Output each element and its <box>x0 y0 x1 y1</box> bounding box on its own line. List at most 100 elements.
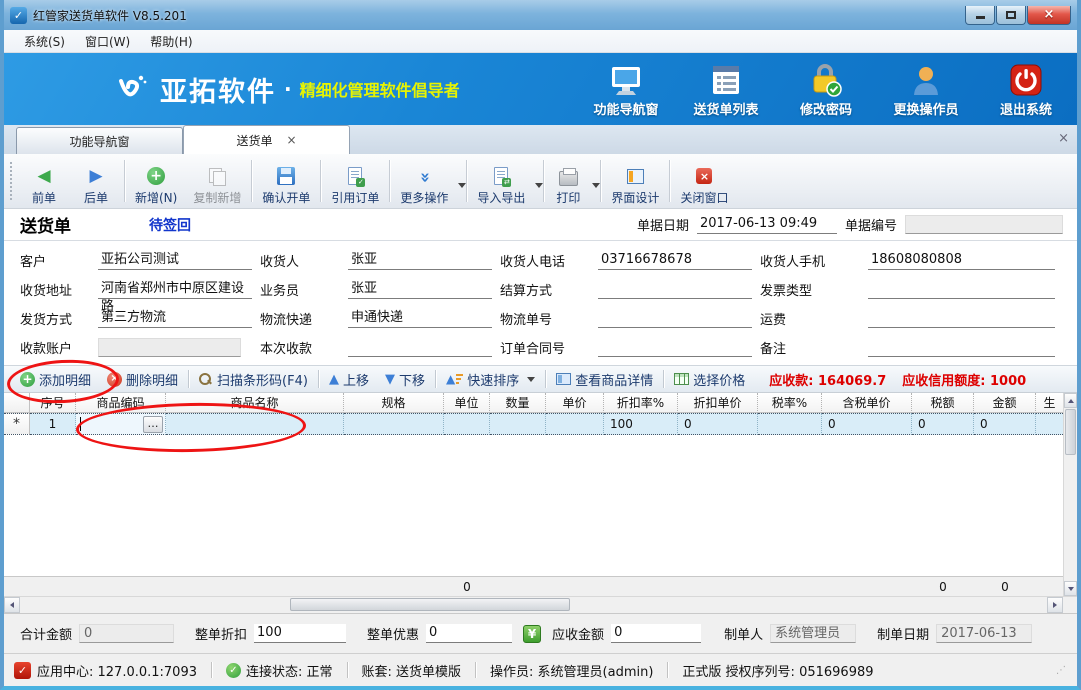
tracking-no-field[interactable] <box>598 309 752 328</box>
settlement-field[interactable] <box>598 280 752 299</box>
order-discount-label: 整单折扣 <box>195 624 247 643</box>
nav-button-exit[interactable]: 退出系统 <box>989 61 1063 118</box>
cell-tax-rate[interactable] <box>758 413 822 435</box>
move-down-button[interactable]: ▼ 下移 <box>377 370 433 389</box>
col-header-spec[interactable]: 规格 <box>344 393 444 413</box>
cell-qty[interactable] <box>490 413 546 435</box>
col-header-qty[interactable]: 数量 <box>490 393 546 413</box>
cell-amount[interactable]: 0 <box>974 413 1036 435</box>
print-button[interactable]: 打印 <box>546 154 598 208</box>
order-discount-field[interactable]: 100 <box>254 624 346 643</box>
consignee-field[interactable]: 张亚 <box>348 251 492 270</box>
lookup-ellipsis-button[interactable]: … <box>143 416 163 433</box>
menu-system[interactable]: 系统(S) <box>14 31 75 52</box>
freight-field[interactable] <box>868 309 1055 328</box>
col-header-amount[interactable]: 金额 <box>974 393 1036 413</box>
col-header-tax-price[interactable]: 含税单价 <box>822 393 912 413</box>
menu-window[interactable]: 窗口(W) <box>75 31 140 52</box>
move-up-button[interactable]: ▲ 上移 <box>321 370 377 389</box>
scroll-right-button[interactable] <box>1047 597 1063 613</box>
horizontal-scroll-thumb[interactable] <box>290 598 570 611</box>
col-header-seq[interactable]: 序号 <box>30 393 76 413</box>
dropdown-caret-icon[interactable] <box>527 377 535 382</box>
field-label-settlement: 结算方式 <box>500 280 598 299</box>
col-header-name[interactable]: 商品名称 <box>166 393 344 413</box>
quick-sort-button[interactable]: ▲ 快速排序 <box>438 370 543 389</box>
new-button[interactable]: + 新增(N) <box>127 154 185 208</box>
dropdown-caret-icon[interactable] <box>458 183 466 188</box>
order-promo-field[interactable]: 0 <box>426 624 512 643</box>
ship-method-field[interactable]: 第三方物流 <box>98 309 252 328</box>
nav-button-navigator[interactable]: 功能导航窗 <box>589 61 663 118</box>
cell-seq[interactable]: 1 <box>30 413 76 435</box>
col-header-code[interactable]: 商品编码 <box>76 393 166 413</box>
col-header-discount-rate[interactable]: 折扣率% <box>604 393 678 413</box>
vertical-scroll-thumb[interactable] <box>1065 409 1076 455</box>
receivable-field[interactable]: 0 <box>611 624 701 643</box>
cell-price[interactable] <box>546 413 604 435</box>
ui-design-button[interactable]: 界面设计 <box>603 154 667 208</box>
consignee-mobile-field[interactable]: 18608080808 <box>868 251 1055 270</box>
horizontal-scrollbar[interactable] <box>4 596 1077 613</box>
cell-unit[interactable] <box>444 413 490 435</box>
delete-detail-button[interactable]: × 删除明细 <box>99 370 186 389</box>
consignee-phone-field[interactable]: 03716678678 <box>598 251 752 270</box>
next-doc-button[interactable]: ▶ 后单 <box>70 154 122 208</box>
more-actions-button[interactable]: » 更多操作 <box>392 154 464 208</box>
col-header-tax-rate[interactable]: 税率% <box>758 393 822 413</box>
tab-close-icon[interactable]: × <box>286 133 296 147</box>
col-header-unit[interactable]: 单位 <box>444 393 490 413</box>
scan-barcode-button[interactable]: 扫描条形码(F4) <box>191 370 316 389</box>
menu-help[interactable]: 帮助(H) <box>140 31 202 52</box>
field-label-logistics: 物流快递 <box>260 309 348 328</box>
close-button[interactable]: × <box>1027 6 1071 25</box>
maximize-button[interactable] <box>996 6 1026 25</box>
resize-grip[interactable]: ⋰ <box>1056 665 1067 676</box>
scroll-up-button[interactable] <box>1064 393 1077 408</box>
nav-button-change-password[interactable]: 修改密码 <box>789 61 863 118</box>
add-detail-button[interactable]: + 添加明细 <box>12 370 99 389</box>
payment-field[interactable] <box>348 338 492 357</box>
tab-navigator[interactable]: 功能导航窗 <box>16 127 183 154</box>
minimize-button[interactable] <box>965 6 995 25</box>
doc-date-field[interactable]: 2017-06-13 09:49 <box>697 215 837 234</box>
col-header-extra[interactable]: 生 <box>1036 393 1063 413</box>
prev-doc-button[interactable]: ◀ 前单 <box>18 154 70 208</box>
grid-data-row[interactable]: * 1 … 100 0 0 0 0 <box>4 413 1063 435</box>
close-window-button[interactable]: × 关闭窗口 <box>672 154 736 208</box>
cell-extra[interactable] <box>1036 413 1063 435</box>
tab-delivery-note[interactable]: 送货单 × <box>183 125 350 154</box>
confirm-button[interactable]: 确认开单 <box>254 154 318 208</box>
remark-field[interactable] <box>868 338 1055 357</box>
cell-discount-rate[interactable]: 100 <box>604 413 678 435</box>
scroll-left-button[interactable] <box>4 597 20 613</box>
cell-name[interactable] <box>166 413 344 435</box>
cell-spec[interactable] <box>344 413 444 435</box>
cell-discount-price[interactable]: 0 <box>678 413 758 435</box>
app-window: ✓ 红管家送货单软件 V8.5.201 × 系统(S) 窗口(W) 帮助(H) … <box>0 0 1081 690</box>
dropdown-caret-icon[interactable] <box>592 183 600 188</box>
select-price-button[interactable]: 选择价格 <box>666 370 753 389</box>
vertical-scrollbar[interactable] <box>1063 393 1077 596</box>
import-export-button[interactable]: ⇄ 导入导出 <box>469 154 541 208</box>
cell-tax[interactable]: 0 <box>912 413 974 435</box>
quote-order-button[interactable]: ✓ 引用订单 <box>323 154 387 208</box>
tabstrip-close-icon[interactable]: × <box>1058 131 1069 146</box>
customer-field[interactable]: 亚拓公司测试 <box>98 251 252 270</box>
nav-button-delivery-list[interactable]: 送货单列表 <box>689 61 763 118</box>
contract-no-field[interactable] <box>598 338 752 357</box>
cell-code[interactable]: … <box>76 413 166 435</box>
scroll-down-button[interactable] <box>1064 581 1077 596</box>
invoice-type-field[interactable] <box>868 280 1055 299</box>
address-field[interactable]: 河南省郑州市中原区建设路 <box>98 280 252 299</box>
nav-button-change-operator[interactable]: 更换操作员 <box>889 61 963 118</box>
yen-button[interactable]: ¥ <box>523 625 541 643</box>
salesman-field[interactable]: 张亚 <box>348 280 492 299</box>
col-header-discount-price[interactable]: 折扣单价 <box>678 393 758 413</box>
dropdown-caret-icon[interactable] <box>535 183 543 188</box>
col-header-tax[interactable]: 税额 <box>912 393 974 413</box>
cell-tax-price[interactable]: 0 <box>822 413 912 435</box>
logistics-field[interactable]: 申通快递 <box>348 309 492 328</box>
view-product-button[interactable]: 查看商品详情 <box>548 370 661 389</box>
col-header-price[interactable]: 单价 <box>546 393 604 413</box>
